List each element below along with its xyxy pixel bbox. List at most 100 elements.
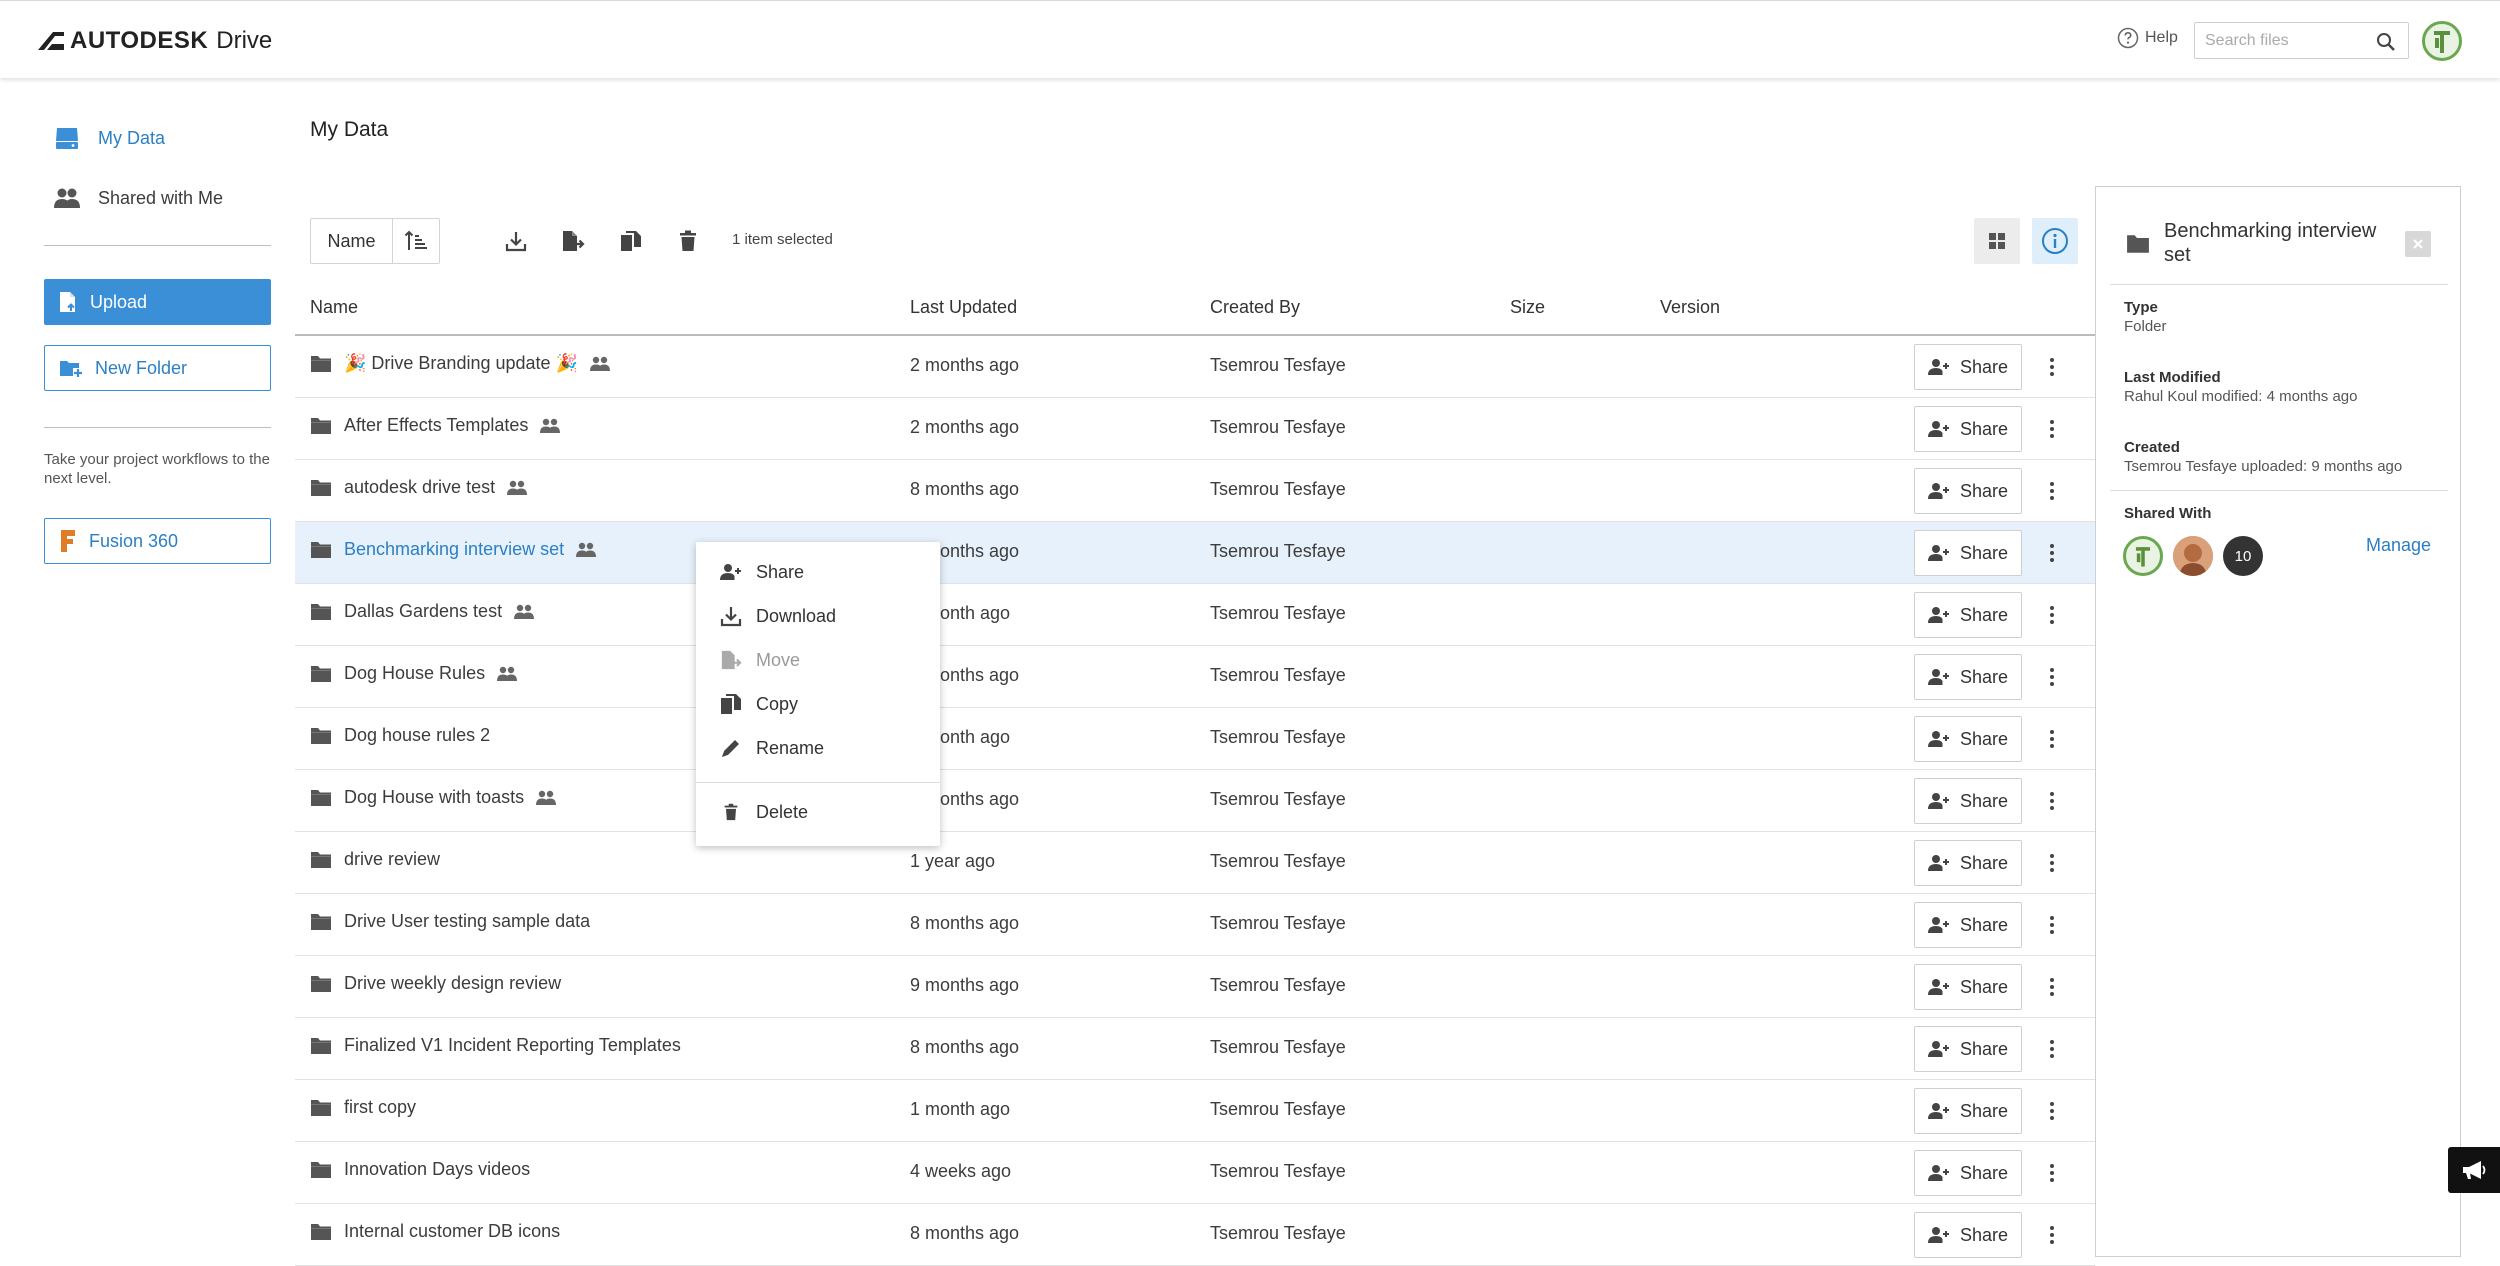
more-options-button[interactable] [2038,1035,2066,1063]
table-row[interactable]: Dog House Rules 2 months ago Tsemrou Tes… [295,646,2095,708]
avatar[interactable] [2123,536,2163,576]
created-by-cell: Tsemrou Tesfaye [1210,727,1346,747]
new-folder-button[interactable]: New Folder [44,345,271,391]
folder-name[interactable]: Dog house rules 2 [344,725,490,746]
more-options-button[interactable] [2038,849,2066,877]
share-button[interactable]: Share [1914,902,2022,948]
table-row[interactable]: Drive User testing sample data 8 months … [295,894,2095,956]
share-button[interactable]: Share [1914,840,2022,886]
folder-icon [311,665,331,682]
folder-name[interactable]: Finalized V1 Incident Reporting Template… [344,1035,681,1056]
sidebar-item-my-data[interactable]: My Data [54,123,165,153]
download-button[interactable] [504,229,528,253]
more-options-button[interactable] [2038,415,2066,443]
context-menu-download[interactable]: Download [720,602,836,630]
search-input[interactable] [2205,29,2365,53]
table-row[interactable]: Innovation Days videos 4 weeks ago Tsemr… [295,1142,2095,1204]
feedback-button[interactable] [2448,1147,2500,1193]
share-button[interactable]: Share [1914,344,2022,390]
context-menu-delete[interactable]: Delete [720,798,808,826]
table-row[interactable]: autodesk drive test 8 months ago Tsemrou… [295,460,2095,522]
more-options-button[interactable] [2038,1097,2066,1125]
context-menu-share[interactable]: Share [720,558,804,586]
column-header-size[interactable]: Size [1510,297,1545,318]
table-row[interactable]: Drive weekly design review 9 months ago … [295,956,2095,1018]
more-options-button[interactable] [2038,973,2066,1001]
shared-users-icon [507,480,528,495]
more-options-button[interactable] [2038,1159,2066,1187]
table-row[interactable]: Dog house rules 2 1 month ago Tsemrou Te… [295,708,2095,770]
details-title: Benchmarking interview set [2164,220,2377,266]
fusion-360-button[interactable]: Fusion 360 [44,518,271,564]
share-button[interactable]: Share [1914,406,2022,452]
folder-name[interactable]: Dallas Gardens test [344,601,502,622]
folder-name[interactable]: After Effects Templates [344,415,528,436]
share-button[interactable]: Share [1914,468,2022,514]
share-button[interactable]: Share [1914,530,2022,576]
folder-name[interactable]: drive review [344,849,440,870]
context-menu-copy[interactable]: Copy [720,690,798,718]
fusion-360-icon [61,530,75,552]
share-button[interactable]: Share [1914,1088,2022,1134]
share-button[interactable]: Share [1914,1026,2022,1072]
folder-name[interactable]: 🎉 Drive Branding update 🎉 [344,353,578,374]
table-row[interactable]: Dallas Gardens test 1 month ago Tsemrou … [295,584,2095,646]
folder-name[interactable]: Drive weekly design review [344,973,561,994]
sort-field-button[interactable]: Name [311,219,393,263]
share-button[interactable]: Share [1914,1212,2022,1258]
column-header-version[interactable]: Version [1660,297,1720,318]
more-options-button[interactable] [2038,663,2066,691]
table-row[interactable]: Finalized V1 Incident Reporting Template… [295,1018,2095,1080]
folder-name[interactable]: Benchmarking interview set [344,539,564,560]
upload-button[interactable]: Upload [44,279,271,325]
table-row[interactable]: Dog House with toasts 2 months ago Tsemr… [295,770,2095,832]
sidebar-item-shared-with-me[interactable]: Shared with Me [54,183,223,213]
more-options-button[interactable] [2038,353,2066,381]
manage-sharing-link[interactable]: Manage [2366,535,2431,556]
delete-button[interactable] [676,229,700,253]
more-options-button[interactable] [2038,1221,2066,1249]
more-options-button[interactable] [2038,539,2066,567]
share-button[interactable]: Share [1914,654,2022,700]
column-header-created-by[interactable]: Created By [1210,297,1300,318]
folder-name[interactable]: first copy [344,1097,416,1118]
share-button[interactable]: Share [1914,1150,2022,1196]
context-menu-rename[interactable]: Rename [720,734,824,762]
close-details-button[interactable] [2405,231,2431,257]
table-row[interactable]: 🎉 Drive Branding update 🎉 2 months ago T… [295,336,2095,398]
table-row[interactable]: drive review 1 year ago Tsemrou Tesfaye … [295,832,2095,894]
search-icon[interactable] [2376,32,2396,52]
help-link[interactable]: Help [2117,27,2178,49]
folder-name[interactable]: Drive User testing sample data [344,911,590,932]
details-panel-toggle[interactable] [2032,218,2078,264]
table-row[interactable]: first copy 1 month ago Tsemrou Tesfaye S… [295,1080,2095,1142]
brand-logo[interactable]: AUTODESK Drive [38,25,272,57]
share-button[interactable]: Share [1914,778,2022,824]
more-options-button[interactable] [2038,787,2066,815]
folder-name[interactable]: Innovation Days videos [344,1159,530,1180]
sort-direction-button[interactable] [393,219,439,263]
user-avatar[interactable] [2422,21,2462,61]
folder-name[interactable]: Dog House with toasts [344,787,524,808]
copy-button[interactable] [619,229,643,253]
share-button[interactable]: Share [1914,592,2022,638]
more-options-button[interactable] [2038,477,2066,505]
column-header-name[interactable]: Name [310,297,358,318]
table-row[interactable]: After Effects Templates 2 months ago Tse… [295,398,2095,460]
folder-name[interactable]: Internal customer DB icons [344,1221,560,1242]
table-header: Name Last Updated Created By Size Versio… [295,286,2095,336]
more-options-button[interactable] [2038,725,2066,753]
more-options-button[interactable] [2038,601,2066,629]
column-header-last-updated[interactable]: Last Updated [910,297,1017,318]
avatar[interactable] [2173,536,2213,576]
move-button[interactable] [561,229,585,253]
grid-view-button[interactable] [1974,218,2020,264]
share-button[interactable]: Share [1914,716,2022,762]
share-button[interactable]: Share [1914,964,2022,1010]
more-options-button[interactable] [2038,911,2066,939]
folder-name[interactable]: autodesk drive test [344,477,495,498]
table-row[interactable]: Benchmarking interview set 4 months ago … [295,522,2095,584]
folder-name[interactable]: Dog House Rules [344,663,485,684]
more-shared-count[interactable]: 10 [2223,536,2263,576]
folder-icon [2127,235,2149,253]
